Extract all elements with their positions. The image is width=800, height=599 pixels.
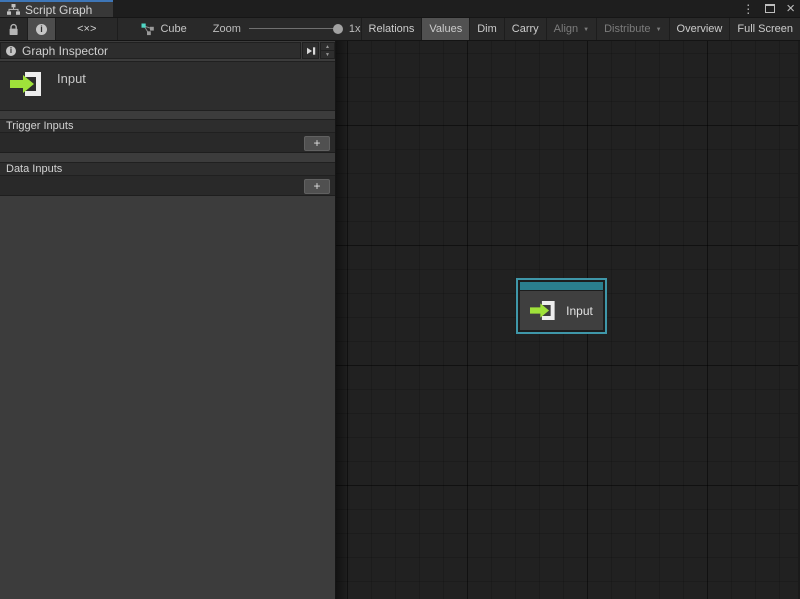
section-gap: [0, 111, 335, 119]
inspector-header-row: i Graph Inspector ▲ ▼: [0, 42, 335, 59]
chevron-down-icon: ▼: [656, 26, 662, 33]
tab-script-graph[interactable]: Script Graph: [0, 0, 113, 17]
graph-target-button[interactable]: Cube: [131, 18, 196, 40]
graph-target-label: Cube: [160, 23, 186, 35]
distribute-label: Distribute: [604, 23, 650, 35]
trigger-inputs-header: Trigger Inputs: [0, 119, 335, 133]
carry-label: Carry: [512, 23, 539, 35]
inspector-toggle-button[interactable]: i: [28, 18, 56, 40]
add-trigger-input-button[interactable]: +: [304, 136, 330, 151]
input-node-label: Input: [566, 304, 593, 318]
graph-icon: [7, 4, 20, 15]
info-icon: i: [6, 46, 16, 56]
relations-button[interactable]: Relations: [361, 18, 422, 40]
window-controls: ⋮ ×: [742, 0, 795, 17]
align-label: Align: [554, 23, 578, 35]
title-bar: Script Graph ⋮ ×: [0, 0, 800, 17]
align-dropdown-button: Align ▼: [546, 18, 596, 40]
trigger-inputs-label: Trigger Inputs: [6, 120, 73, 132]
zoom-value: 1x: [349, 23, 361, 35]
dim-button[interactable]: Dim: [469, 18, 504, 40]
pin-icon: [306, 46, 316, 56]
tab-title: Script Graph: [25, 3, 92, 17]
lock-icon: [8, 23, 19, 36]
scroll-down-button[interactable]: ▼: [320, 51, 335, 59]
scroll-up-button[interactable]: ▲: [320, 42, 335, 51]
input-unit-icon: [10, 70, 44, 98]
input-node[interactable]: Input: [516, 278, 607, 334]
section-gap: [0, 153, 335, 162]
relations-label: Relations: [369, 23, 415, 35]
inspector-title: Graph Inspector: [22, 44, 108, 58]
graph-target-icon: [141, 23, 154, 36]
zoom-slider-handle[interactable]: [333, 24, 343, 34]
toolbar-right-group: Relations Values Dim Carry Align ▼ Distr…: [361, 18, 800, 40]
arrow-up-icon: ▲: [325, 44, 330, 50]
distribute-dropdown-button: Distribute ▼: [596, 18, 668, 40]
carry-button[interactable]: Carry: [504, 18, 546, 40]
zoom-control: Zoom 1x: [213, 18, 361, 40]
input-node-body[interactable]: Input: [520, 291, 603, 330]
unit-preview: Input: [0, 61, 335, 111]
code-icon: <×>: [77, 23, 96, 35]
full-screen-button[interactable]: Full Screen: [729, 18, 800, 40]
data-inputs-label: Data Inputs: [6, 163, 62, 175]
input-unit-icon: [530, 300, 557, 321]
toolbar: i <×> Cube Zoom 1x Relations Valu: [0, 17, 800, 41]
values-button[interactable]: Values: [421, 18, 469, 40]
menu-icon: ⋮: [742, 3, 754, 15]
window-menu-button[interactable]: ⋮: [742, 0, 754, 17]
inspector-pin-button[interactable]: [302, 42, 319, 59]
data-inputs-header: Data Inputs: [0, 162, 335, 176]
close-button[interactable]: ×: [786, 0, 795, 17]
full-screen-label: Full Screen: [737, 23, 793, 35]
close-icon: ×: [786, 1, 795, 16]
zoom-label: Zoom: [213, 23, 241, 35]
graph-inspector-panel: i Graph Inspector ▲ ▼: [0, 41, 336, 599]
trigger-inputs-row: +: [0, 133, 335, 153]
data-inputs-row: +: [0, 176, 335, 196]
inspector-header: i Graph Inspector: [0, 42, 301, 59]
graph-canvas[interactable]: Input: [336, 41, 800, 599]
main-content: i Graph Inspector ▲ ▼: [0, 41, 800, 599]
arrow-down-icon: ▼: [325, 52, 330, 58]
unit-preview-title: Input: [57, 70, 86, 86]
info-icon: i: [36, 24, 47, 35]
maximize-button[interactable]: [765, 0, 775, 17]
inspector-scroll-spinner: ▲ ▼: [320, 42, 335, 59]
values-label: Values: [429, 23, 462, 35]
input-node-header[interactable]: [520, 282, 603, 290]
overview-button[interactable]: Overview: [669, 18, 730, 40]
maximize-icon: [765, 4, 775, 13]
script-graph-window: Script Graph ⋮ × i <×>: [0, 0, 800, 599]
chevron-down-icon: ▼: [583, 26, 589, 33]
lock-button[interactable]: [0, 18, 28, 40]
code-view-button[interactable]: <×>: [56, 18, 118, 40]
zoom-slider-track[interactable]: [249, 28, 341, 29]
panel-shadow: [336, 41, 350, 599]
overview-label: Overview: [677, 23, 723, 35]
zoom-slider[interactable]: [249, 23, 341, 35]
add-data-input-button[interactable]: +: [304, 179, 330, 194]
dim-label: Dim: [477, 23, 497, 35]
